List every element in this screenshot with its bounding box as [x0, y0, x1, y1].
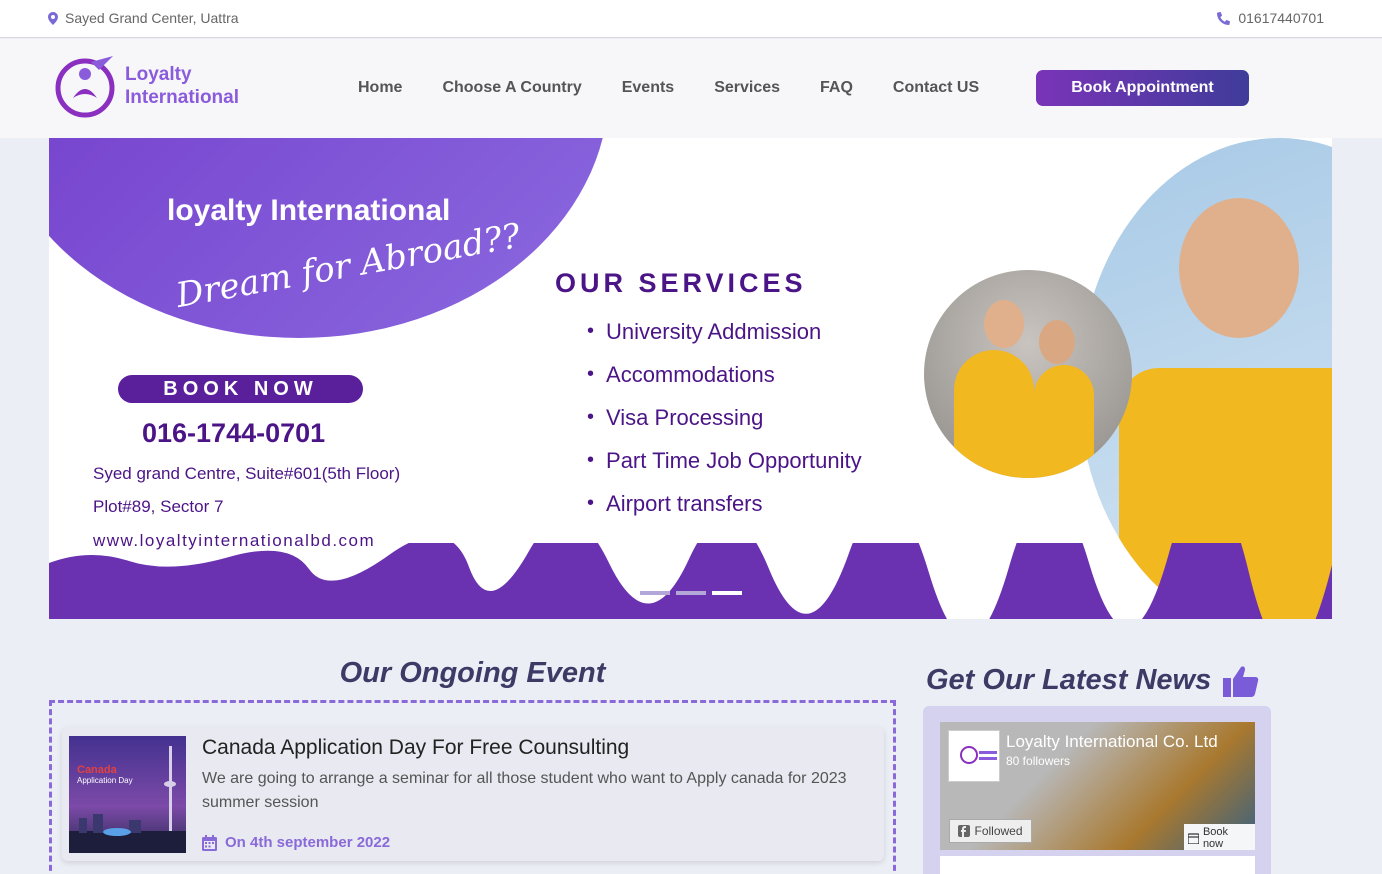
top-info-bar: Sayed Grand Center, Uattra 01617440701 [0, 0, 1382, 38]
service-item: Accommodations [587, 353, 862, 396]
map-pin-icon [48, 11, 58, 25]
thumbs-up-icon [1223, 665, 1259, 697]
location-text: Sayed Grand Center, Uattra [65, 10, 239, 26]
fb-page-name[interactable]: Loyalty International Co. Ltd [1006, 732, 1218, 752]
book-appointment-button[interactable]: Book Appointment [1036, 70, 1249, 106]
calendar-icon [202, 834, 217, 851]
calendar-icon [1188, 832, 1199, 844]
banner-book-now: BOOK NOW [118, 375, 363, 403]
slider-pagination [640, 591, 742, 595]
services-list: University Addmission Accommodations Vis… [587, 310, 862, 525]
nav-contact[interactable]: Contact US [893, 79, 979, 97]
cn-tower-graphic [69, 746, 186, 853]
nav-home[interactable]: Home [358, 79, 402, 97]
event-section-title: Our Ongoing Event [339, 657, 606, 689]
banner-address-line1: Syed grand Centre, Suite#601(5th Floor) [93, 464, 401, 483]
news-section-title: Get Our Latest News [926, 664, 1259, 697]
service-item: Visa Processing [587, 396, 862, 439]
logo[interactable]: Loyalty International [55, 54, 239, 118]
fb-page-logo[interactable] [948, 730, 1000, 782]
phone-info[interactable]: 01617440701 [1217, 10, 1324, 26]
event-date-text: On 4th september 2022 [225, 834, 391, 851]
phone-text: 01617440701 [1238, 10, 1324, 26]
main-nav: Home Choose A Country Events Services FA… [358, 79, 1019, 97]
event-date: On 4th september 2022 [202, 834, 390, 851]
nav-faq[interactable]: FAQ [820, 79, 853, 97]
banner-purple-shape [49, 138, 609, 338]
service-item: University Addmission [587, 310, 862, 353]
slide-dot[interactable] [640, 591, 670, 595]
nav-events[interactable]: Events [622, 79, 674, 97]
facebook-icon [958, 825, 971, 837]
event-name[interactable]: Canada Application Day For Free Counsult… [202, 736, 629, 760]
banner-wave-decoration [49, 543, 1332, 619]
fb-book-label: Book now [1202, 826, 1229, 850]
main-header: Loyalty International Home Choose A Coun… [0, 39, 1382, 138]
fb-followers: 80 followers [1006, 754, 1071, 768]
facebook-page-plugin[interactable]: Loyalty International Co. Ltd 80 followe… [940, 722, 1255, 850]
logo-line2: International [125, 87, 240, 108]
service-item: Airport transfers [587, 482, 862, 525]
news-title-text: Get Our Latest News [926, 664, 1212, 696]
fb-logo-icon [960, 746, 997, 764]
nav-choose-country[interactable]: Choose A Country [442, 79, 581, 97]
fb-followed-label: Followed [974, 824, 1023, 838]
banner-students-photo [924, 270, 1132, 478]
slide-dot[interactable] [676, 591, 706, 595]
news-widget: Loyalty International Co. Ltd 80 followe… [923, 706, 1271, 874]
logo-line1: Loyalty [125, 64, 192, 85]
event-thumbnail[interactable]: Canada Application Day [69, 736, 186, 853]
event-card[interactable]: Canada Application Day Canada Applicatio… [62, 727, 884, 861]
slide-dot-active[interactable] [712, 591, 742, 595]
hero-slider[interactable]: loyalty International Dream for Abroad??… [49, 138, 1332, 619]
banner-phone: 016-1744-0701 [142, 418, 326, 448]
event-description: We are going to arrange a seminar for al… [202, 770, 847, 811]
service-item: Part Time Job Opportunity [587, 439, 862, 482]
logo-icon [55, 56, 115, 118]
location-info: Sayed Grand Center, Uattra [48, 10, 239, 26]
banner-address-line2: Plot#89, Sector 7 [93, 497, 224, 516]
nav-services[interactable]: Services [714, 79, 780, 97]
fb-followed-button[interactable]: Followed [949, 819, 1032, 843]
services-title: OUR SERVICES [555, 268, 807, 298]
phone-icon [1217, 11, 1231, 25]
banner-brand: loyalty International [167, 194, 451, 227]
fb-book-now-button[interactable]: Book now [1184, 824, 1255, 850]
fb-feed-area [940, 856, 1255, 874]
